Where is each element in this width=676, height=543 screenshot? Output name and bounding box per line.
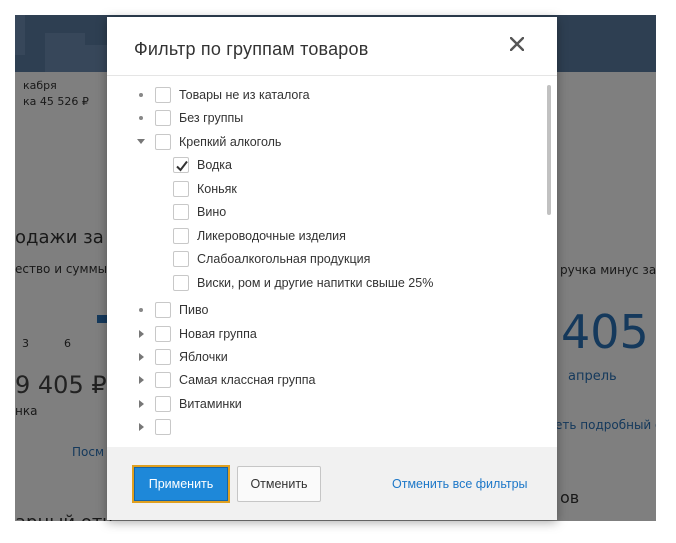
tree-subitem[interactable]: Коньяк: [173, 179, 237, 199]
checkmark-icon: [176, 161, 188, 172]
tree-item-label: Яблочки: [179, 349, 228, 364]
bullet-icon: [134, 111, 148, 125]
caret-right-icon[interactable]: [134, 373, 148, 387]
tree-item-label: Без группы: [179, 111, 244, 126]
checkbox[interactable]: [173, 157, 189, 174]
close-icon[interactable]: [510, 37, 530, 57]
tree-item-label: Слабоалкогольная продукция: [197, 252, 371, 267]
tree-item-label: Товары не из каталога: [179, 88, 310, 102]
tree-item[interactable]: Крепкий алкоголь: [134, 132, 281, 152]
tree-item-label: Витаминки: [179, 396, 242, 411]
tree-item[interactable]: Новая группа: [134, 324, 257, 344]
tree-item[interactable]: Витаминки: [134, 394, 242, 414]
tree-subitem[interactable]: Ликероводочные изделия: [173, 226, 346, 246]
tree-item-label: Крепкий алкоголь: [179, 134, 282, 149]
dialog-footer: Применить Отменить Отменить все фильтры: [107, 447, 557, 520]
bullet-icon: [134, 303, 148, 317]
tree-item-label: Виски, ром и другие напитки свыше 25%: [197, 275, 434, 290]
checkbox[interactable]: [155, 325, 171, 342]
tree-item-label: Водка: [197, 158, 233, 173]
checkbox[interactable]: [155, 372, 171, 389]
tree-scrollbar[interactable]: [547, 85, 551, 215]
tree-item[interactable]: Пиво: [134, 300, 208, 320]
apply-button[interactable]: Применить: [132, 465, 230, 503]
tree-subitem[interactable]: Водка: [173, 155, 232, 175]
group-tree-container: Товары не из каталога Без группы Крепкий а…: [107, 77, 557, 447]
filter-dialog: Фильтр по группам товаров Товары не из к…: [107, 17, 557, 520]
tree-item-label: Вино: [197, 205, 227, 220]
tree-item[interactable]: Без группы: [134, 108, 243, 128]
caret-down-icon[interactable]: [134, 135, 148, 149]
caret-right-icon[interactable]: [134, 350, 148, 364]
checkbox[interactable]: [173, 204, 189, 221]
tree-item[interactable]: [134, 417, 179, 437]
tree-item[interactable]: Самая классная группа: [134, 370, 315, 390]
tree-subitem[interactable]: Слабоалкогольная продукция: [173, 249, 370, 269]
caret-right-icon[interactable]: [134, 420, 148, 434]
tree-item-label: Новая группа: [179, 326, 257, 341]
checkbox[interactable]: [155, 419, 171, 436]
cancel-button[interactable]: Отменить: [237, 466, 321, 502]
tree-item[interactable]: Товары не из каталога: [134, 85, 310, 105]
dialog-title: Фильтр по группам товаров: [134, 39, 369, 59]
dialog-header: Фильтр по группам товаров: [107, 17, 557, 76]
checkbox[interactable]: [155, 87, 171, 103]
tree-subitem[interactable]: Виски, ром и другие напитки свыше 25%: [173, 273, 433, 293]
checkbox[interactable]: [155, 110, 171, 127]
checkbox[interactable]: [173, 251, 189, 268]
checkbox[interactable]: [155, 395, 171, 412]
tree-item-label: Ликероводочные изделия: [197, 228, 346, 243]
caret-right-icon[interactable]: [134, 327, 148, 341]
checkbox[interactable]: [155, 348, 171, 365]
checkbox[interactable]: [173, 274, 189, 291]
checkbox[interactable]: [173, 180, 189, 197]
tree-item[interactable]: Яблочки: [134, 347, 228, 367]
bullet-icon: [134, 88, 148, 102]
checkbox[interactable]: [173, 227, 189, 244]
caret-right-icon[interactable]: [134, 397, 148, 411]
checkbox[interactable]: [155, 133, 171, 150]
tree-item-label: Коньяк: [197, 181, 237, 196]
tree-subitem[interactable]: Вино: [173, 202, 226, 222]
checkbox[interactable]: [155, 302, 171, 319]
tree-item-label: Самая классная группа: [179, 373, 316, 388]
tree-item-label: Пиво: [179, 303, 209, 318]
reset-all-filters-link[interactable]: Отменить все фильтры: [392, 477, 528, 491]
